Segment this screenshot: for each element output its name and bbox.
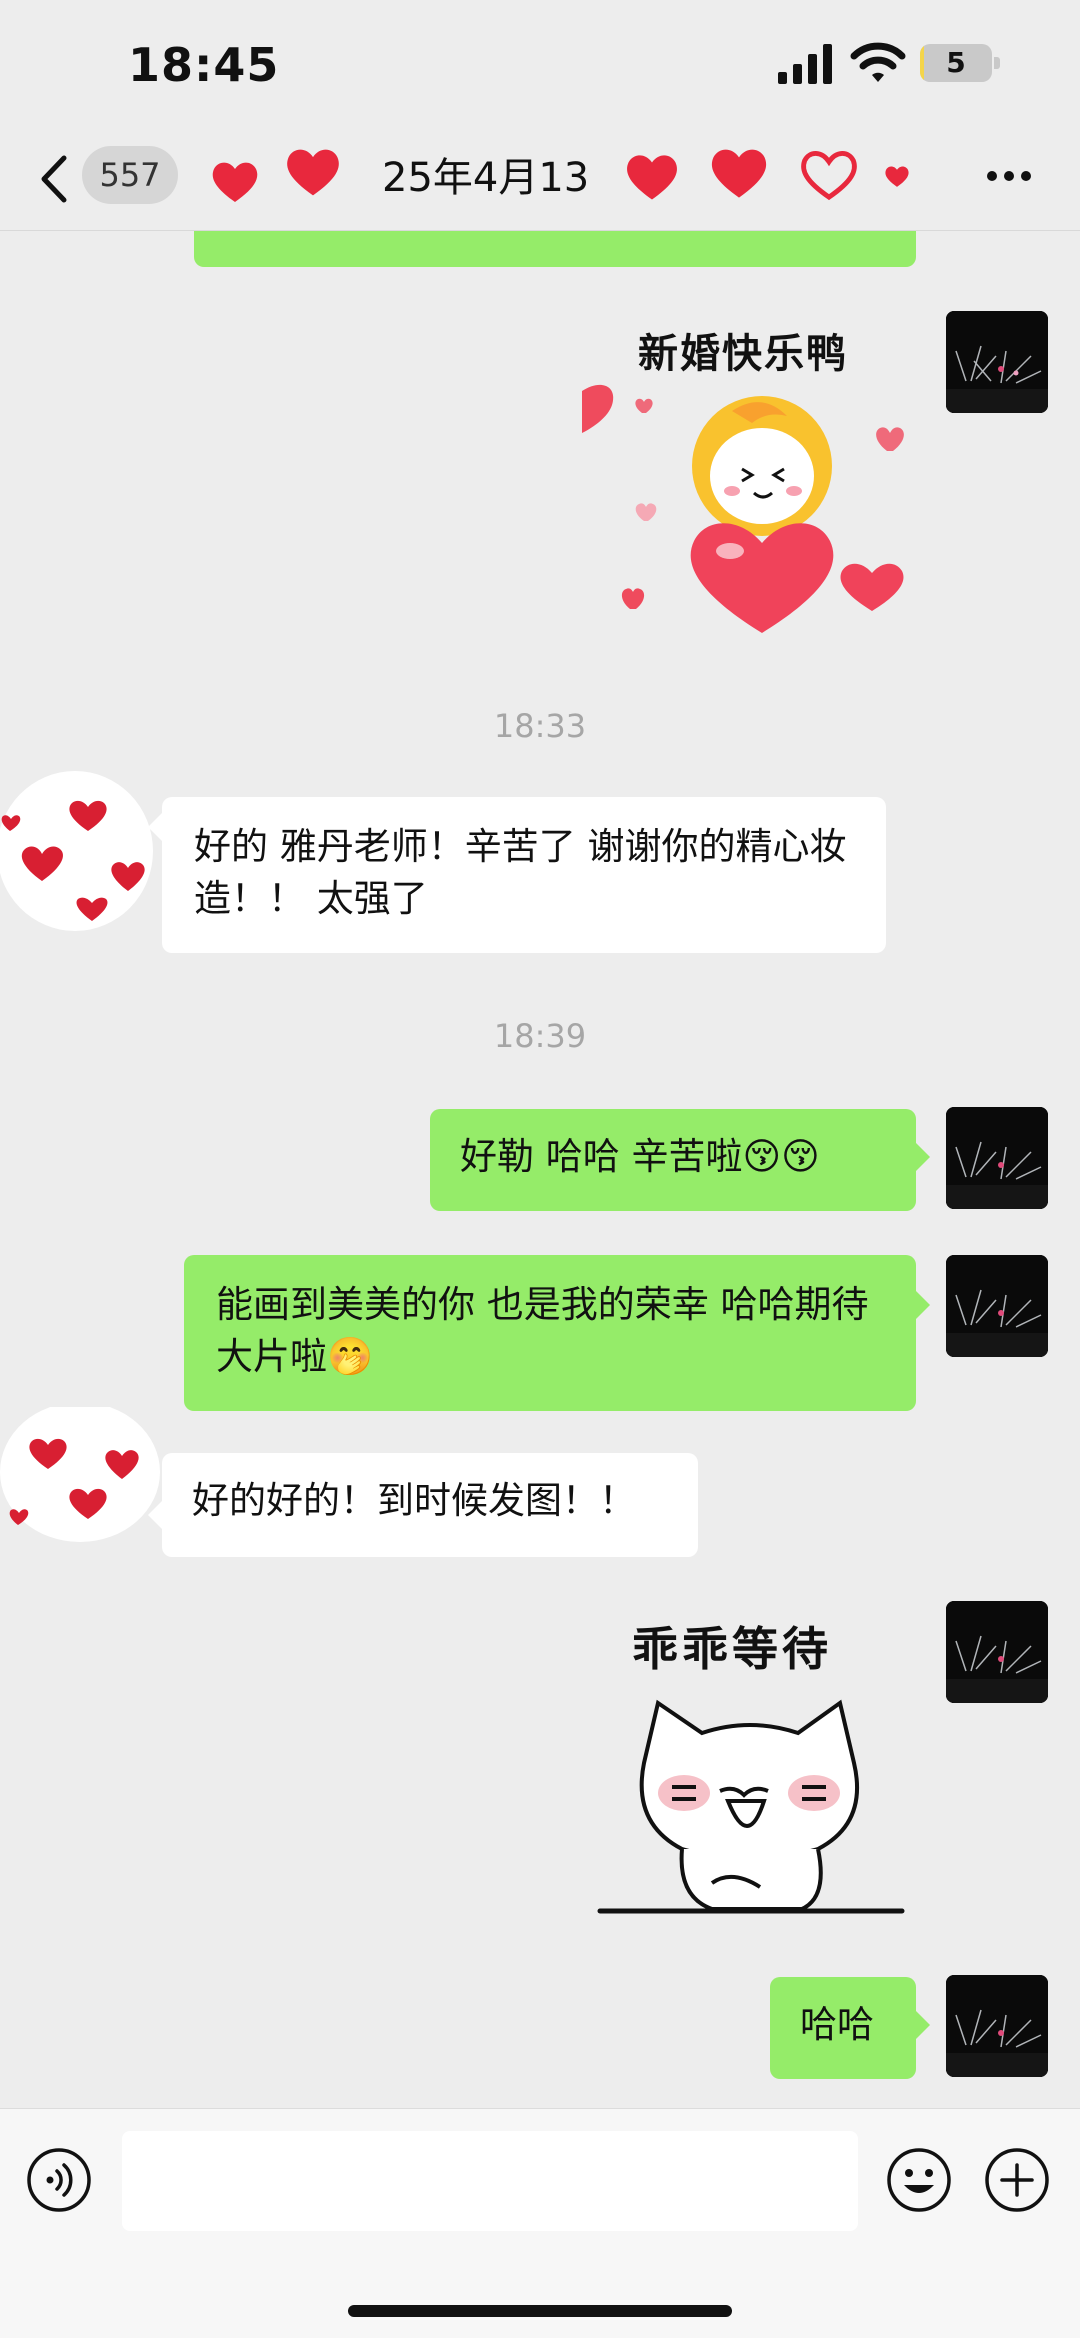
heart-emoji-icon — [627, 155, 677, 200]
bubble-tail — [148, 1501, 162, 1529]
chat-messages[interactable]: 新婚快乐鸭 18:33 好的 雅丹老师！辛苦了 谢谢你的精心妆造！！ 太强了 1… — [0, 231, 1080, 2108]
battery-icon: 5 — [920, 44, 1002, 84]
sticker-happy-wedding-duck[interactable]: 新婚快乐鸭 — [582, 321, 912, 651]
home-indicator — [348, 2305, 732, 2317]
status-bar: 18:45 5 — [0, 0, 1080, 130]
bubble-tail — [916, 1143, 930, 1171]
more-dots-icon[interactable] — [986, 170, 1032, 182]
sticker-wait-cat[interactable]: 乖乖等待 — [592, 1613, 912, 1923]
my-avatar[interactable] — [946, 1975, 1048, 2077]
message-bubble-sent[interactable]: 哈哈 — [770, 1977, 916, 2079]
heart-outline-icon — [801, 151, 857, 201]
emoji-icon[interactable] — [886, 2147, 952, 2213]
heart-emoji-icon — [711, 149, 767, 198]
unread-count-badge[interactable]: 557 — [82, 146, 178, 204]
chevron-left-icon[interactable] — [38, 152, 70, 206]
bubble-tail — [916, 2011, 930, 2039]
message-text: 哈哈 — [800, 2003, 874, 2046]
voice-icon[interactable] — [26, 2147, 92, 2213]
heart-emoji-icon — [885, 166, 909, 187]
timestamp: 18:33 — [493, 707, 587, 745]
message-text: 能画到美美的你 也是我的荣幸 哈哈期待大片啦🤭 — [216, 1283, 869, 1378]
message-bubble-sent[interactable]: 好勒 哈哈 辛苦啦😚😚 — [430, 1109, 916, 1211]
bubble-tail — [916, 1291, 930, 1319]
heart-emoji-icon — [287, 149, 339, 196]
message-bubble-sent[interactable]: 能画到美美的你 也是我的荣幸 哈哈期待大片啦🤭 — [184, 1255, 916, 1411]
heart-emoji-icon — [212, 162, 258, 202]
my-avatar[interactable] — [946, 311, 1048, 413]
message-input-bar — [0, 2108, 1080, 2338]
wifi-icon — [850, 42, 906, 82]
contact-avatar[interactable] — [0, 771, 170, 941]
message-bubble-received[interactable]: 好的 雅丹老师！辛苦了 谢谢你的精心妆造！！ 太强了 — [162, 797, 886, 953]
message-text: 好的 雅丹老师！辛苦了 谢谢你的精心妆造！！ 太强了 — [194, 825, 847, 920]
my-avatar[interactable] — [946, 1601, 1048, 1703]
sticker-caption: 乖乖等待 — [632, 1622, 832, 1676]
message-text: 好勒 哈哈 辛苦啦😚😚 — [460, 1135, 820, 1178]
message-bubble-received[interactable]: 好的好的！到时候发图！！ — [162, 1453, 698, 1557]
message-input[interactable] — [122, 2131, 858, 2231]
status-time: 18:45 — [128, 38, 280, 92]
timestamp: 18:39 — [493, 1017, 587, 1055]
contact-avatar[interactable] — [0, 1402, 170, 1577]
bubble-tail — [148, 813, 162, 841]
message-text: 好的好的！到时候发图！！ — [192, 1479, 636, 1522]
signal-icon — [778, 44, 832, 84]
chat-title: 25年4月13 — [382, 155, 590, 201]
message-bubble-partial[interactable] — [194, 231, 916, 267]
my-avatar[interactable] — [946, 1255, 1048, 1357]
chat-header: 557 25年4月13 — [0, 130, 1080, 231]
my-avatar[interactable] — [946, 1107, 1048, 1209]
battery-percent: 5 — [946, 46, 966, 79]
plus-icon[interactable] — [984, 2147, 1050, 2213]
